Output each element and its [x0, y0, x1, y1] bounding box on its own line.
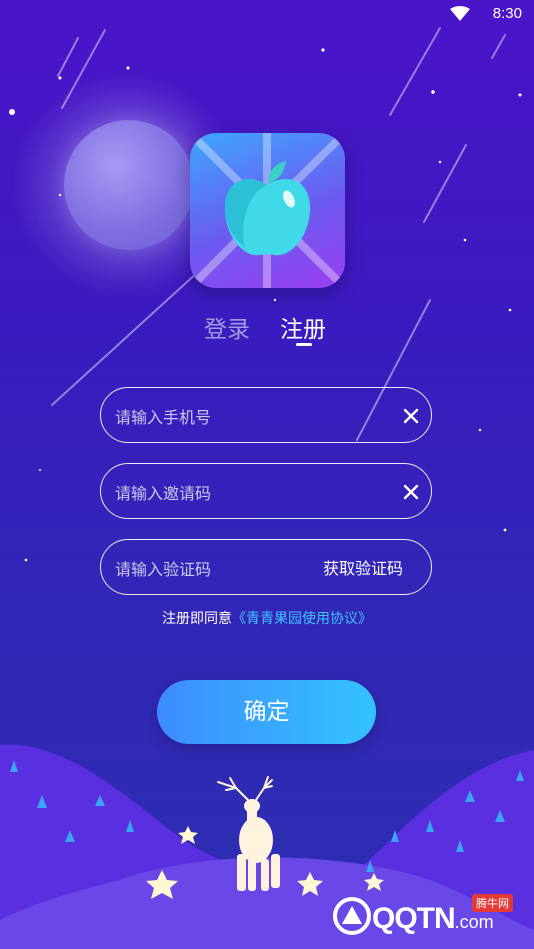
tab-login[interactable]: 登录 [204, 310, 250, 344]
status-time: 8:30 [492, 5, 522, 22]
agreement-text: 注册即同意《青青果园使用协议》 [0, 608, 534, 628]
invite-code-field[interactable]: 请输入邀请码 [100, 463, 432, 519]
code-placeholder: 请输入验证码 [115, 560, 212, 579]
tab-register[interactable]: 注册 [280, 310, 326, 344]
clear-invite-icon[interactable] [401, 482, 421, 502]
verification-code-field[interactable]: 请输入验证码 获取验证码 [100, 539, 432, 595]
status-bar: 8:30 [0, 0, 534, 28]
phone-field[interactable]: 请输入手机号 [100, 387, 432, 443]
active-tab-indicator [296, 343, 312, 346]
agreement-prefix: 注册即同意 [162, 611, 232, 627]
clear-phone-icon[interactable] [401, 406, 421, 426]
get-code-button[interactable]: 获取验证码 [323, 555, 403, 579]
moon [64, 120, 194, 250]
wifi-icon [450, 6, 470, 21]
site-watermark: QQTN.com 腾牛网 [332, 888, 528, 944]
confirm-button[interactable]: 确定 [157, 680, 376, 744]
phone-placeholder: 请输入手机号 [115, 408, 212, 427]
agreement-link[interactable]: 《青青果园使用协议》 [232, 611, 372, 627]
watermark-badge: 腾牛网 [472, 894, 513, 912]
watermark-logo-icon [333, 897, 371, 935]
apple-icon [190, 133, 345, 288]
invite-placeholder: 请输入邀请码 [115, 484, 212, 503]
app-logo [190, 133, 345, 288]
